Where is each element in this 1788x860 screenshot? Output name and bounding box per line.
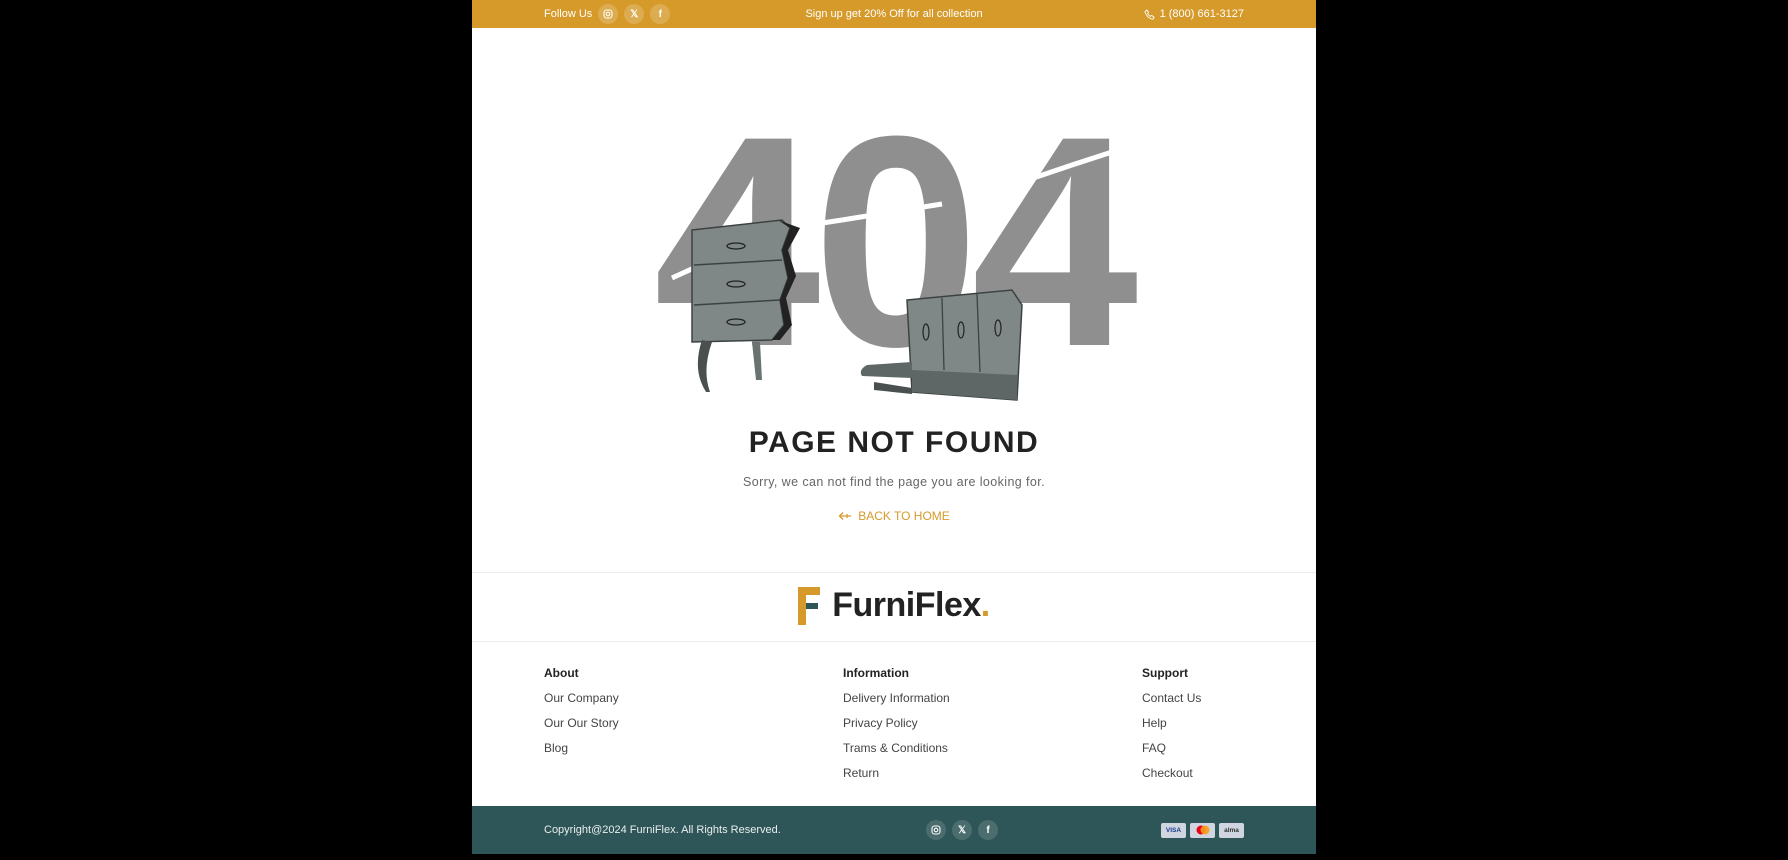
x-icon[interactable]: 𝕏 — [952, 820, 972, 840]
copyright-text: Copyright@2024 FurniFlex. All Rights Res… — [544, 824, 781, 836]
mastercard-icon — [1190, 822, 1215, 838]
footer-link[interactable]: Our Company — [544, 691, 619, 706]
footer-link[interactable]: FAQ — [1142, 741, 1201, 756]
footer-column-information: Information Delivery Information Privacy… — [843, 666, 950, 791]
footer-link[interactable]: Help — [1142, 716, 1201, 731]
phone-icon — [1143, 8, 1155, 20]
footer-column-about: About Our Company Our Our Story Blog — [544, 666, 619, 766]
footer-link[interactable]: Contact Us — [1142, 691, 1201, 706]
footer-bottom-bar: Copyright@2024 FurniFlex. All Rights Res… — [472, 806, 1316, 854]
logo-dot: . — [980, 586, 990, 624]
footer-link[interactable]: Privacy Policy — [843, 716, 950, 731]
alma-icon: alma — [1219, 822, 1244, 838]
footer-column-support: Support Contact Us Help FAQ Checkout — [1142, 666, 1201, 791]
arrow-left-icon — [838, 512, 852, 520]
page: Follow Us 𝕏 f Sign up get 20% Off for al… — [472, 0, 1316, 854]
footer-heading: Support — [1142, 666, 1188, 680]
page-subtitle: Sorry, we can not find the page you are … — [743, 475, 1045, 489]
footer-heading: Information — [843, 666, 909, 680]
phone-number: 1 (800) 661-3127 — [1159, 8, 1244, 20]
brand-logo[interactable]: FurniFlex. — [472, 586, 1316, 625]
footer-link[interactable]: Trams & Conditions — [843, 741, 950, 756]
facebook-icon[interactable]: f — [978, 820, 998, 840]
footer-link[interactable]: Delivery Information — [843, 691, 950, 706]
instagram-icon[interactable] — [926, 820, 946, 840]
top-bar: Follow Us 𝕏 f Sign up get 20% Off for al… — [472, 0, 1316, 28]
page-title: PAGE NOT FOUND — [748, 426, 1040, 459]
phone-contact[interactable]: 1 (800) 661-3127 — [1143, 0, 1244, 28]
divider — [472, 572, 1316, 573]
footer-link[interactable]: Our Our Story — [544, 716, 619, 731]
footer-socials: 𝕏 f — [926, 806, 998, 854]
back-to-home-link[interactable]: BACK TO HOME — [472, 509, 1316, 523]
back-to-home-label: BACK TO HOME — [858, 509, 950, 523]
footer-link[interactable]: Return — [843, 766, 950, 781]
footer-link[interactable]: Blog — [544, 741, 619, 756]
visa-icon: VISA — [1161, 822, 1186, 838]
payment-methods: VISA alma — [1161, 806, 1244, 854]
divider — [472, 641, 1316, 642]
error-404-illustration: 404 — [654, 100, 1148, 409]
logo-mark-icon — [798, 586, 821, 625]
logo-text: FurniFlex. — [832, 586, 990, 624]
footer-link[interactable]: Checkout — [1142, 766, 1201, 781]
footer-heading: About — [544, 666, 579, 680]
